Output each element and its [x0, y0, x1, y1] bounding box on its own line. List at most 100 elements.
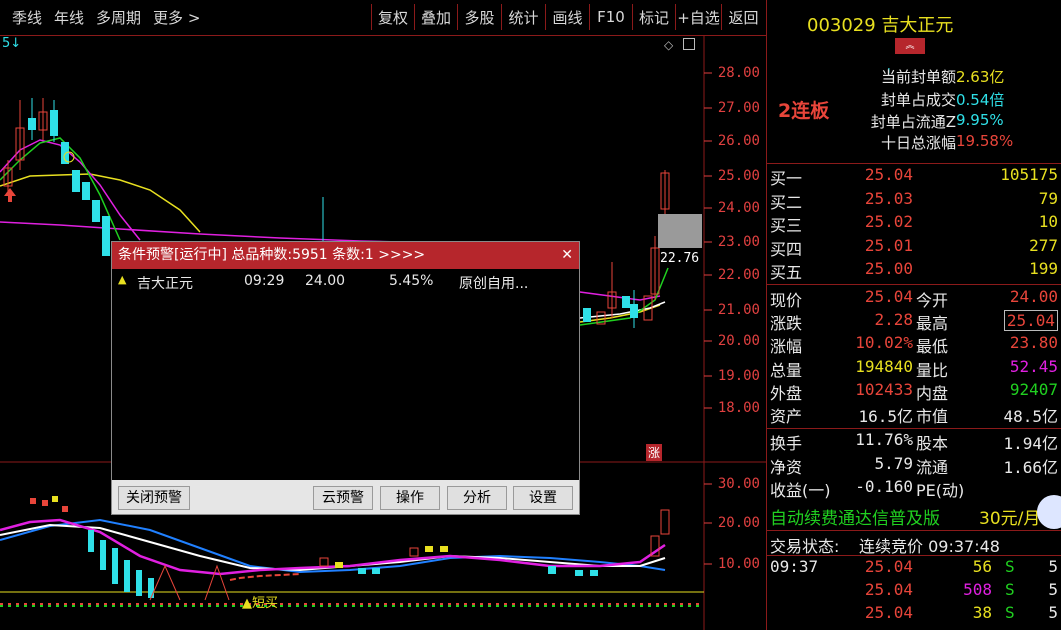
quote-row: 净资 5.79 流通 1.66亿	[767, 454, 1061, 478]
dialog-title-bar[interactable]: 条件预警[运行中] 总品种数:5951 条数:1 >>>> ✕	[112, 242, 579, 269]
seal-label: 十日总涨幅	[880, 134, 956, 152]
tool-add-watch[interactable]: +自选	[675, 4, 721, 30]
tool-draw[interactable]: 画线	[545, 4, 589, 30]
tool-f10[interactable]: F10	[589, 4, 632, 30]
cloud-alert-button[interactable]: 云预警	[313, 486, 373, 510]
alert-stock-name: 吉大正元	[137, 276, 193, 292]
tool-mark[interactable]: 标记	[632, 4, 675, 30]
quote-value: 1.66亿	[1003, 458, 1058, 477]
close-icon[interactable]: ✕	[561, 242, 573, 269]
alert-row[interactable]: ▲ 吉大正元 09:29 24.00 5.45% 原创自用...	[112, 269, 579, 295]
bid-row[interactable]: 买四 25.01 277	[767, 236, 1061, 260]
panel-toggle-icon[interactable]	[683, 38, 695, 50]
quote-label: 股本	[916, 434, 949, 453]
quote-value: 2.28	[874, 310, 913, 329]
quote-label: 现价	[770, 291, 803, 310]
period-more[interactable]: 更多 >	[153, 7, 200, 28]
ad-text: 自动续费通达信普及版	[770, 509, 940, 529]
tool-multi-stock[interactable]: 多股	[457, 4, 501, 30]
period-year[interactable]: 年线	[54, 7, 84, 28]
tick-time: 09:37	[770, 557, 819, 576]
bid-row[interactable]: 买三 25.02 10	[767, 212, 1061, 236]
tool-overlay[interactable]: 叠加	[414, 4, 457, 30]
seal-row: 封单占成交 0.54倍	[767, 89, 1061, 113]
operate-button[interactable]: 操作	[380, 486, 440, 510]
price-label: 22.00	[717, 267, 760, 283]
alert-price: 24.00	[305, 273, 346, 289]
bid-row[interactable]: 买二 25.03 79	[767, 189, 1061, 213]
settings-button[interactable]: 设置	[513, 486, 573, 510]
bid-label: 买一	[770, 169, 803, 188]
quote-panel: 003029 吉大正元 ︽ 2连板 ! 当前封单额 2.63亿 封单占成交 0.…	[766, 0, 1061, 630]
seal-value: 0.54倍	[956, 91, 1005, 109]
alert-time: 09:29	[244, 273, 285, 289]
quote-label: 外盘	[770, 384, 803, 403]
quote-label: 涨跌	[770, 314, 803, 333]
seal-row: 当前封单额 2.63亿	[767, 66, 1061, 90]
indicator-triangle-1	[149, 564, 181, 601]
price-label: 26.00	[717, 133, 760, 149]
quote-label: 内盘	[916, 384, 949, 403]
stock-title[interactable]: 003029 吉大正元	[807, 11, 953, 37]
price-label: 21.00	[717, 302, 760, 318]
quote-value: 102433	[855, 380, 913, 399]
bid-row[interactable]: 买五 25.00 199	[767, 259, 1061, 283]
quote-label: 市值	[916, 407, 949, 426]
bid-row[interactable]: 买一 25.04 105175	[767, 165, 1061, 189]
quote-value: 5.79	[874, 454, 913, 473]
condition-alert-dialog: 条件预警[运行中] 总品种数:5951 条数:1 >>>> ✕ ▲ 吉大正元 0…	[111, 241, 580, 515]
quote-row: 涨幅 10.02% 最低 23.80	[767, 333, 1061, 357]
trade-status-label: 交易状态:	[770, 537, 840, 556]
bid-label: 买二	[770, 193, 803, 212]
quote-label: 最高	[916, 314, 949, 333]
quote-value: 10.02%	[855, 333, 913, 352]
tick-count: 5	[1048, 557, 1058, 576]
analyze-button[interactable]: 分析	[447, 486, 507, 510]
quote-value: 24.00	[1009, 287, 1058, 306]
price-label: 25.00	[717, 168, 760, 184]
tick-price: 25.04	[864, 603, 913, 622]
quote-value: 194840	[855, 357, 913, 376]
quote-label: 总量	[770, 361, 803, 380]
period-multi[interactable]: 多周期	[96, 7, 141, 28]
price-label: 28.00	[717, 65, 760, 81]
price-label: 20.00	[717, 333, 760, 349]
quote-value: 25.04	[1003, 310, 1058, 331]
quote-label: 今开	[916, 291, 949, 310]
bid-price: 25.00	[864, 259, 913, 278]
price-label: 24.00	[717, 200, 760, 216]
divider	[767, 428, 1061, 429]
bid-label: 买五	[770, 263, 803, 282]
price-label: 23.00	[717, 234, 760, 250]
ad-banner[interactable]: 自动续费通达信普及版 30元/月	[767, 504, 1061, 529]
bid-volume: 105175	[1000, 165, 1058, 184]
quote-value: 16.5亿	[858, 407, 913, 426]
tick-price: 25.04	[864, 580, 913, 599]
quote-value: 92407	[1009, 380, 1058, 399]
price-label: 19.00	[717, 368, 760, 384]
volume-profile-box	[658, 214, 702, 248]
bid-volume: 199	[1029, 259, 1058, 278]
quote-label: 收益(一)	[770, 481, 831, 500]
tick-side: S	[1005, 580, 1015, 599]
seal-value: 2.63亿	[956, 68, 1005, 86]
seal-label: 当前封单额	[880, 68, 956, 86]
tick-volume: 38	[972, 603, 992, 622]
indicator-triangle-2	[204, 564, 230, 601]
period-season[interactable]: 季线	[12, 7, 42, 28]
zhang-tag: 涨	[646, 444, 663, 461]
tool-back[interactable]: 返回	[721, 4, 765, 30]
close-alert-button[interactable]: 关闭预警	[118, 486, 190, 510]
tick-row: 25.04 38 S 5	[767, 603, 1061, 627]
collapse-button[interactable]: ︽	[895, 38, 925, 54]
quote-value: 25.04	[864, 287, 913, 306]
tool-stats[interactable]: 统计	[501, 4, 545, 30]
quote-label: 最低	[916, 337, 949, 356]
quote-label: 资产	[770, 407, 803, 426]
bid-label: 买三	[770, 216, 803, 235]
bid-volume: 79	[1038, 189, 1058, 208]
diamond-icon[interactable]: ◇	[664, 38, 673, 52]
quote-row: 换手 11.76% 股本 1.94亿	[767, 430, 1061, 454]
trade-status: 交易状态: 连续竞价 09:37:48	[767, 530, 1061, 556]
tool-adjust[interactable]: 复权	[371, 4, 414, 30]
